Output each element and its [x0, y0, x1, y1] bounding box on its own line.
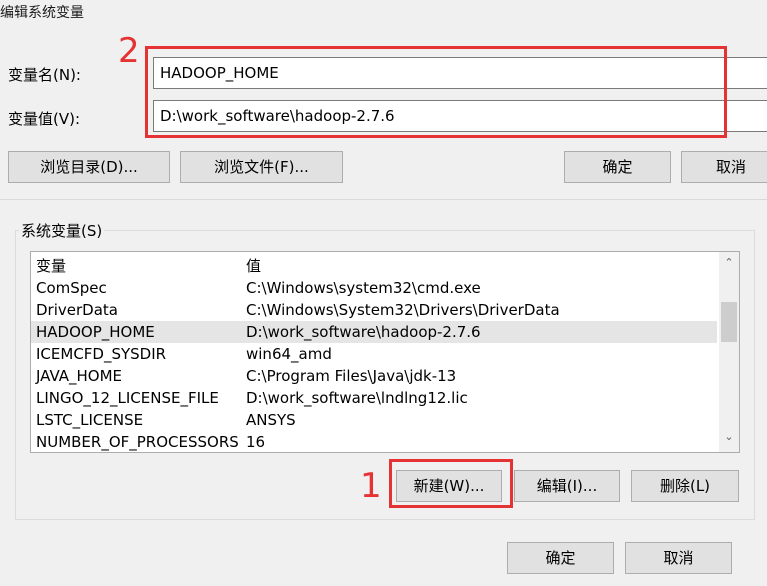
column-header-variable[interactable]: 变量: [36, 255, 66, 277]
variable-name-cell: ICEMCFD_SYSDIR: [36, 345, 167, 363]
variable-name-label: 变量名(N):: [8, 66, 81, 84]
variable-value-cell: 16: [246, 433, 266, 451]
variable-value-cell: C:\Program Files\Java\jdk-13: [246, 367, 457, 385]
variable-name-cell: DriverData: [36, 301, 118, 319]
variable-value-cell: D:\work_software\lndlng12.lic: [246, 389, 468, 407]
variable-value-input[interactable]: D:\work_software\hadoop-2.7.6: [153, 100, 767, 132]
chevron-down-icon[interactable]: ⌄: [719, 430, 739, 443]
annotation-number-1: 1: [360, 466, 382, 506]
list-scrollbar[interactable]: ⌃ ⌄: [719, 252, 739, 452]
table-row[interactable]: JAVA_HOME C:\Program Files\Java\jdk-13: [31, 365, 717, 387]
table-row-selected[interactable]: HADOOP_HOME D:\work_software\hadoop-2.7.…: [31, 321, 717, 343]
browse-directory-button[interactable]: 浏览目录(D)...: [8, 151, 170, 183]
dialog-ok-button[interactable]: 确定: [507, 542, 614, 574]
annotation-number-2: 2: [118, 31, 140, 71]
variable-name-cell: ComSpec: [36, 279, 107, 297]
variable-value-cell: C:\Windows\System32\Drivers\DriverData: [246, 301, 560, 319]
dialog-cancel-button[interactable]: 取消: [625, 542, 732, 574]
system-variables-title: 系统变量(S): [19, 220, 105, 241]
variable-name-cell: HADOOP_HOME: [36, 323, 155, 341]
new-variable-button[interactable]: 新建(W)...: [396, 470, 502, 502]
table-row[interactable]: LINGO_12_LICENSE_FILE D:\work_software\l…: [31, 387, 717, 409]
table-row[interactable]: NUMBER_OF_PROCESSORS 16: [31, 431, 717, 452]
variable-value-cell: ANSYS: [246, 411, 296, 429]
table-row[interactable]: LSTC_LICENSE ANSYS: [31, 409, 717, 431]
browse-file-button[interactable]: 浏览文件(F)...: [180, 151, 343, 183]
table-row[interactable]: ICEMCFD_SYSDIR win64_amd: [31, 343, 717, 365]
variable-value-cell: win64_amd: [246, 345, 332, 363]
edit-ok-button[interactable]: 确定: [564, 151, 671, 183]
table-row[interactable]: ComSpec C:\Windows\system32\cmd.exe: [31, 277, 717, 299]
column-header-value[interactable]: 值: [246, 255, 261, 277]
dialog-title: 编辑系统变量: [0, 5, 84, 21]
variable-name-input[interactable]: HADOOP_HOME: [153, 57, 767, 89]
dialog-separator: [0, 199, 767, 200]
scrollbar-thumb[interactable]: [721, 302, 737, 342]
edit-variable-button[interactable]: 编辑(I)...: [514, 470, 620, 502]
variable-value-cell: D:\work_software\hadoop-2.7.6: [246, 323, 481, 341]
table-row[interactable]: DriverData C:\Windows\System32\Drivers\D…: [31, 299, 717, 321]
edit-cancel-button[interactable]: 取消: [681, 151, 767, 183]
list-header: 变量 值: [31, 255, 717, 277]
variable-name-cell: LINGO_12_LICENSE_FILE: [36, 389, 219, 407]
variable-value-cell: C:\Windows\system32\cmd.exe: [246, 279, 481, 297]
system-variables-list[interactable]: 变量 值 ComSpec C:\Windows\system32\cmd.exe…: [30, 251, 740, 453]
variable-value-label: 变量值(V):: [8, 110, 81, 128]
chevron-up-icon[interactable]: ⌃: [719, 256, 739, 269]
variable-name-cell: NUMBER_OF_PROCESSORS: [36, 433, 239, 451]
delete-variable-button[interactable]: 删除(L): [631, 470, 739, 502]
variable-name-cell: LSTC_LICENSE: [36, 411, 144, 429]
variable-name-cell: JAVA_HOME: [36, 367, 123, 385]
